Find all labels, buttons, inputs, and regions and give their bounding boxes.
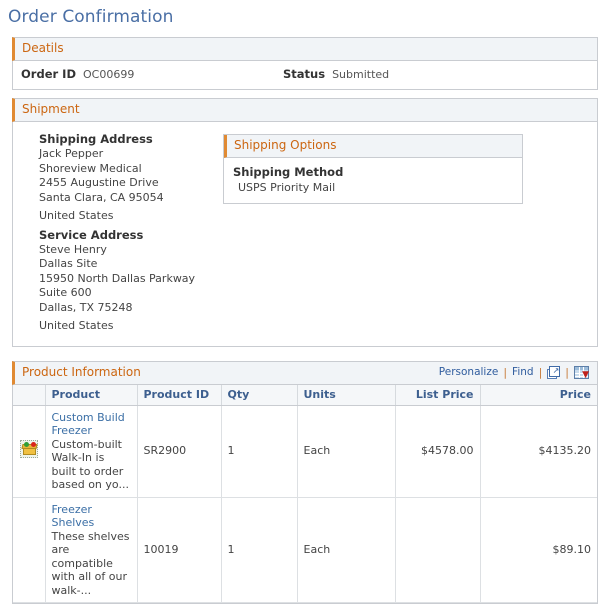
order-id-field: Order ID OC00699 [13, 67, 273, 81]
details-section-header: Deatils [12, 37, 598, 61]
product-description: These shelves are compatible with all of… [52, 530, 130, 597]
grid-toolbar: Personalize | Find | ↗ | ▼ [439, 365, 589, 380]
table-header-row: Product Product ID Qty Units List Price … [13, 385, 597, 406]
personalize-link[interactable]: Personalize [439, 365, 499, 380]
shipping-method-label: Shipping Method [233, 165, 513, 180]
details-section-title: Deatils [22, 41, 64, 55]
service-address-title: Service Address [39, 228, 223, 243]
qty-cell: 1 [221, 405, 297, 497]
status-field: Status Submitted [283, 67, 482, 81]
shipping-address-line: Santa Clara, CA 95054 [39, 191, 223, 206]
toolbar-separator: | [539, 365, 543, 380]
details-fields-row: Order ID OC00699 Status Submitted [13, 61, 597, 89]
product-package-icon[interactable] [20, 440, 38, 458]
product-name-link[interactable]: Freezer Shelves [52, 503, 131, 530]
column-header-list-price: List Price [395, 385, 480, 406]
service-address-block: Service Address Steve Henry Dallas Site … [39, 228, 223, 334]
product-information-section: Product Information Personalize | Find |… [0, 361, 610, 604]
service-address-line: Steve Henry [39, 243, 223, 258]
units-cell: Each [297, 405, 395, 497]
service-address-line: Dallas Site [39, 257, 223, 272]
product-id-cell: SR2900 [137, 405, 221, 497]
order-id-value: OC00699 [83, 68, 273, 81]
column-header-product-id: Product ID [137, 385, 221, 406]
page-title: Order Confirmation [0, 0, 610, 27]
product-table: Product Product ID Qty Units List Price … [13, 385, 597, 604]
download-spreadsheet-icon[interactable]: ▼ [574, 366, 589, 379]
column-header-price: Price [480, 385, 597, 406]
find-link[interactable]: Find [512, 365, 534, 380]
product-cell: Custom Build Freezer Custom-built Walk-I… [45, 405, 137, 497]
status-value: Submitted [332, 68, 482, 81]
product-information-title: Product Information [22, 365, 141, 380]
shipment-panel: Shipping Address Jack Pepper Shoreview M… [12, 122, 598, 347]
service-address-line: 15950 North Dallas Parkway [39, 272, 223, 287]
shipping-options-header: Shipping Options [224, 135, 522, 158]
order-id-label: Order ID [21, 67, 76, 81]
column-header-qty: Qty [221, 385, 297, 406]
toolbar-separator: | [565, 365, 569, 380]
shipping-address-country: United States [39, 205, 223, 224]
addresses-column: Shipping Address Jack Pepper Shoreview M… [23, 132, 223, 334]
price-cell: $89.10 [480, 497, 597, 603]
product-thumbnail-cell [13, 497, 45, 603]
service-address-line: Suite 600 [39, 286, 223, 301]
column-header-thumbnail [13, 385, 45, 406]
service-address-country: United States [39, 315, 223, 334]
shipment-section-title: Shipment [22, 102, 80, 116]
shipping-options-panel: Shipping Options Shipping Method USPS Pr… [223, 134, 523, 204]
status-label: Status [283, 67, 325, 81]
shipping-method-value: USPS Priority Mail [233, 180, 513, 195]
list-price-cell: $4578.00 [395, 405, 480, 497]
product-thumbnail-cell [13, 405, 45, 497]
shipping-address-line: Shoreview Medical [39, 162, 223, 177]
product-id-cell: 10019 [137, 497, 221, 603]
price-cell: $4135.20 [480, 405, 597, 497]
shipment-section-header: Shipment [12, 98, 598, 122]
table-row: Custom Build Freezer Custom-built Walk-I… [13, 405, 597, 497]
product-description: Custom-built Walk-In is built to order b… [52, 438, 129, 492]
toolbar-separator: | [503, 365, 507, 380]
product-grid-wrapper: Product Product ID Qty Units List Price … [12, 385, 598, 604]
details-section: Deatils Order ID OC00699 Status Submitte… [0, 37, 610, 90]
shipping-address-title: Shipping Address [39, 132, 223, 147]
shipping-address-block: Shipping Address Jack Pepper Shoreview M… [39, 132, 223, 224]
details-panel: Order ID OC00699 Status Submitted [12, 61, 598, 90]
service-address-line: Dallas, TX 75248 [39, 301, 223, 316]
qty-cell: 1 [221, 497, 297, 603]
product-information-header: Product Information Personalize | Find |… [12, 361, 598, 385]
units-cell: Each [297, 497, 395, 603]
column-header-product: Product [45, 385, 137, 406]
product-cell: Freezer Shelves These shelves are compat… [45, 497, 137, 603]
table-row: Freezer Shelves These shelves are compat… [13, 497, 597, 603]
expand-window-icon[interactable]: ↗ [547, 366, 560, 379]
shipping-address-line: Jack Pepper [39, 147, 223, 162]
shipping-address-line: 2455 Augustine Drive [39, 176, 223, 191]
column-header-units: Units [297, 385, 395, 406]
product-name-link[interactable]: Custom Build Freezer [52, 411, 131, 438]
shipment-section: Shipment Shipping Address Jack Pepper Sh… [0, 98, 610, 347]
list-price-cell [395, 497, 480, 603]
